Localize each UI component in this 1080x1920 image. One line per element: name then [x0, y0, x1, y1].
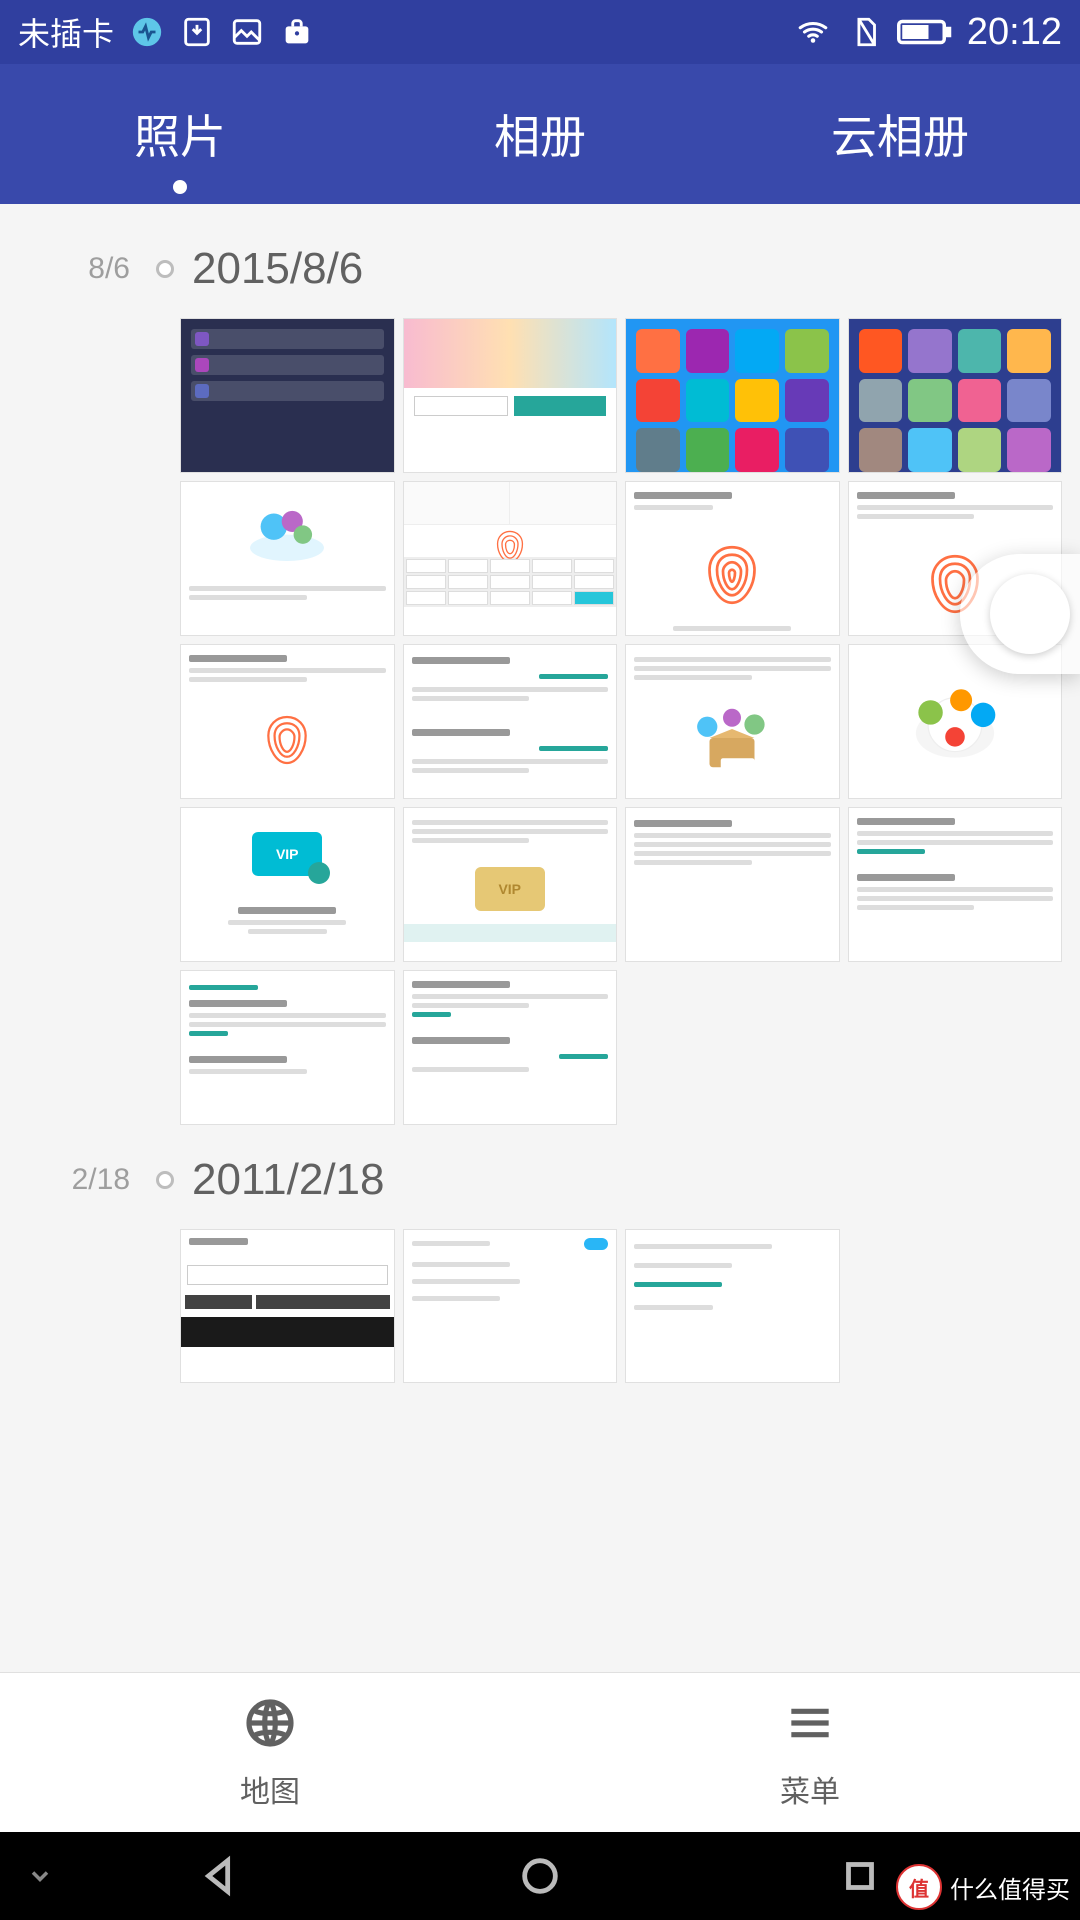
briefcase-icon — [280, 15, 314, 49]
app-tabs: 照片 相册 云相册 — [0, 64, 1080, 204]
assistive-touch-button[interactable] — [960, 554, 1080, 674]
heart-monitor-icon — [130, 15, 164, 49]
wifi-icon — [791, 15, 835, 49]
photo-thumbnail[interactable] — [403, 318, 618, 473]
photo-thumbnail[interactable] — [848, 807, 1063, 962]
section-short-date: 2/18 — [0, 1163, 150, 1197]
photo-thumbnail[interactable] — [180, 318, 395, 473]
timeline-dot-icon — [156, 260, 174, 278]
vip-badge-label: VIP — [498, 881, 521, 897]
nav-expand-button[interactable] — [0, 1862, 60, 1890]
clock-text: 20:12 — [967, 11, 1062, 54]
tab-photos-label: 照片 — [134, 101, 226, 167]
battery-icon — [897, 15, 953, 49]
tab-albums-label: 相册 — [494, 101, 586, 167]
photo-thumbnail[interactable] — [403, 1229, 618, 1384]
globe-icon — [242, 1695, 298, 1759]
photo-thumbnail[interactable] — [625, 481, 840, 636]
watermark: 值 什么值得买 — [896, 1864, 1070, 1910]
section-short-date: 8/6 — [0, 252, 150, 286]
thumbnail-grid: VIP VIP — [180, 318, 1062, 1125]
timeline-section: 8/6 2015/8/6 — [0, 204, 1080, 1125]
tab-albums[interactable]: 相册 — [360, 64, 720, 204]
photo-thumbnail[interactable] — [848, 318, 1063, 473]
photo-thumbnail[interactable]: VIP — [180, 807, 395, 962]
photo-timeline[interactable]: 8/6 2015/8/6 — [0, 204, 1080, 1736]
thumbnail-grid — [180, 1229, 1062, 1384]
empty-slot — [848, 1229, 1063, 1384]
photo-thumbnail[interactable] — [180, 970, 395, 1125]
empty-slot — [625, 970, 840, 1125]
timeline-section: 2/18 2011/2/18 — [0, 1125, 1080, 1384]
active-tab-indicator — [173, 180, 187, 194]
watermark-badge: 值 — [896, 1864, 942, 1910]
home-button[interactable] — [380, 1853, 700, 1899]
photo-thumbnail[interactable] — [625, 1229, 840, 1384]
menu-button[interactable]: 菜单 — [540, 1673, 1080, 1832]
section-full-date[interactable]: 2011/2/18 — [192, 1155, 384, 1205]
tab-cloud-label: 云相册 — [831, 101, 969, 167]
timeline-dot-icon — [156, 1171, 174, 1189]
menu-label: 菜单 — [780, 1767, 840, 1811]
tab-photos[interactable]: 照片 — [0, 64, 360, 204]
photo-thumbnail[interactable] — [625, 644, 840, 799]
vip-badge-label: VIP — [276, 846, 299, 862]
picture-icon — [230, 15, 264, 49]
photo-thumbnail[interactable] — [180, 481, 395, 636]
photo-thumbnail[interactable] — [403, 644, 618, 799]
watermark-text: 什么值得买 — [950, 1870, 1070, 1905]
map-label: 地图 — [240, 1767, 300, 1811]
sim-status-text: 未插卡 — [18, 9, 114, 55]
photo-thumbnail[interactable] — [625, 807, 840, 962]
photo-thumbnail[interactable] — [625, 318, 840, 473]
bottom-toolbar: 地图 菜单 — [0, 1672, 1080, 1832]
photo-thumbnail[interactable] — [180, 644, 395, 799]
photo-thumbnail[interactable] — [180, 1229, 395, 1384]
back-button[interactable] — [60, 1853, 380, 1899]
download-box-icon — [180, 15, 214, 49]
hamburger-icon — [782, 1695, 838, 1759]
sim-card-icon — [849, 15, 883, 49]
tab-cloud[interactable]: 云相册 — [720, 64, 1080, 204]
status-bar: 未插卡 20:12 — [0, 0, 1080, 64]
empty-slot — [848, 970, 1063, 1125]
photo-thumbnail[interactable]: VIP — [403, 807, 618, 962]
photo-thumbnail[interactable] — [403, 481, 618, 636]
section-full-date[interactable]: 2015/8/6 — [192, 244, 363, 294]
photo-thumbnail[interactable] — [403, 970, 618, 1125]
map-button[interactable]: 地图 — [0, 1673, 540, 1832]
